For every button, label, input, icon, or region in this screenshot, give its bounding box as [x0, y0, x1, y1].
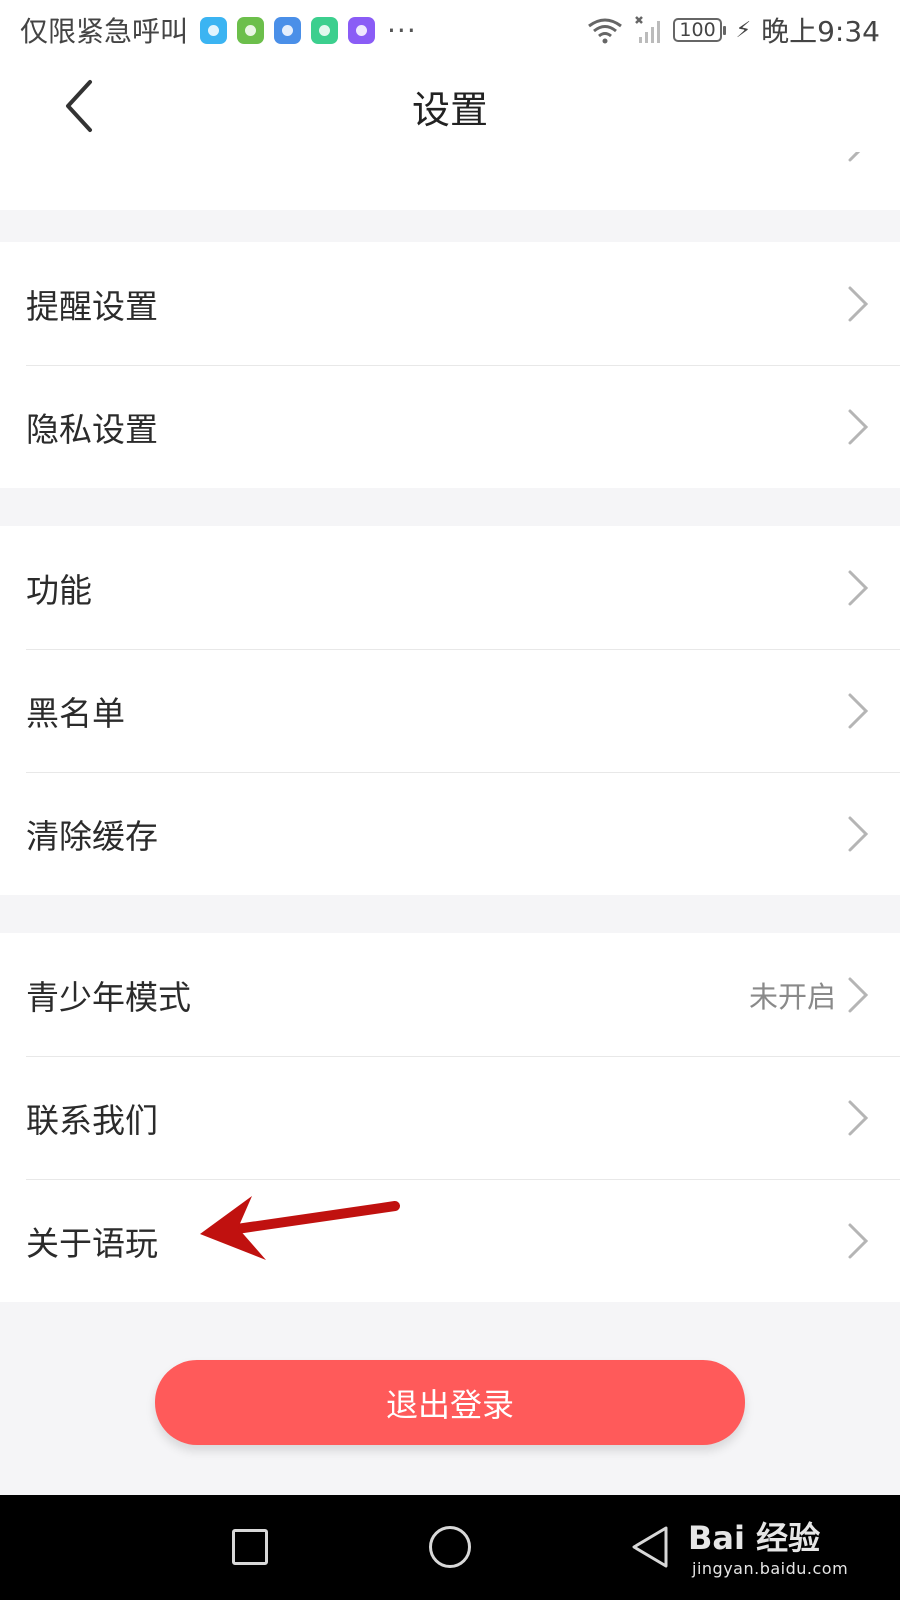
status-indicators: 100 ⚡ 晚上9:34	[587, 10, 880, 50]
chevron-right-icon	[848, 152, 861, 162]
baidu-watermark: Bai 经验 jingyan.baidu.com	[688, 1513, 888, 1593]
chevron-right-icon	[848, 286, 869, 321]
item-label: 关于语玩	[26, 1223, 158, 1263]
leaf-app-icon	[237, 16, 265, 44]
chevron-right-icon	[848, 977, 869, 1012]
teen-mode-item[interactable]: 青少年模式 未开启	[0, 933, 900, 1056]
item-label: 提醒设置	[26, 286, 158, 326]
settings-section-notifications: 提醒设置 隐私设置	[0, 242, 900, 488]
star-app-icon	[311, 16, 339, 44]
home-button[interactable]	[429, 1526, 471, 1568]
settings-screen: 仅限紧急呼叫 ··· 100 ⚡ 晚上9:34 设置 提醒设置 隐私设置 功能 …	[0, 0, 900, 1600]
recents-button[interactable]	[232, 1529, 268, 1565]
reminder-settings-item[interactable]: 提醒设置	[0, 242, 900, 365]
chevron-right-icon	[848, 1223, 869, 1258]
carrier-text: 仅限紧急呼叫	[20, 15, 189, 48]
settings-section-about: 青少年模式 未开启 联系我们 关于语玩	[0, 933, 900, 1302]
wifi-icon	[588, 18, 623, 44]
battery-icon: 100	[673, 18, 726, 42]
chevron-right-icon	[848, 1100, 869, 1135]
chart-app-icon	[274, 16, 302, 44]
chevron-right-icon	[848, 693, 869, 728]
page-title: 设置	[411, 87, 488, 132]
status-bar: 仅限紧急呼叫 ··· 100 ⚡ 晚上9:34	[0, 0, 900, 60]
status-time: 晚上9:34	[761, 15, 880, 48]
item-label: 黑名单	[26, 693, 125, 733]
notification-icons	[200, 16, 376, 44]
signal-icon	[635, 16, 661, 43]
pie-app-icon	[348, 16, 376, 44]
annotation-arrow-icon	[200, 1196, 400, 1260]
chevron-right-icon	[848, 570, 869, 605]
about-item[interactable]: 关于语玩	[0, 1179, 900, 1302]
charging-icon: ⚡	[735, 17, 752, 43]
nav-back-button[interactable]	[630, 1524, 670, 1570]
item-label: 清除缓存	[26, 816, 158, 856]
back-button[interactable]	[58, 78, 104, 134]
chevron-right-icon	[848, 409, 869, 444]
watermark-url: jingyan.baidu.com	[692, 1559, 849, 1578]
contact-us-item[interactable]: 联系我们	[0, 1056, 900, 1179]
navigation-header: 设置	[0, 60, 900, 152]
blacklist-item[interactable]: 黑名单	[0, 649, 900, 772]
shield-app-icon	[200, 16, 228, 44]
item-label: 隐私设置	[26, 409, 158, 449]
chevron-right-icon	[848, 816, 869, 851]
teen-mode-status: 未开启	[748, 979, 836, 1014]
settings-section-features: 功能 黑名单 清除缓存	[0, 526, 900, 895]
scrolled-row[interactable]	[0, 152, 900, 210]
logout-button[interactable]: 退出登录	[155, 1360, 745, 1445]
privacy-settings-item[interactable]: 隐私设置	[0, 365, 900, 488]
item-label: 青少年模式	[26, 977, 191, 1017]
clear-cache-item[interactable]: 清除缓存	[0, 772, 900, 895]
chevron-left-icon	[66, 80, 92, 132]
item-label: 联系我们	[26, 1100, 158, 1140]
features-item[interactable]: 功能	[0, 526, 900, 649]
more-notifications-icon: ···	[387, 13, 417, 47]
watermark-brand: Bai 经验	[688, 1519, 821, 1557]
item-label: 功能	[26, 570, 92, 610]
